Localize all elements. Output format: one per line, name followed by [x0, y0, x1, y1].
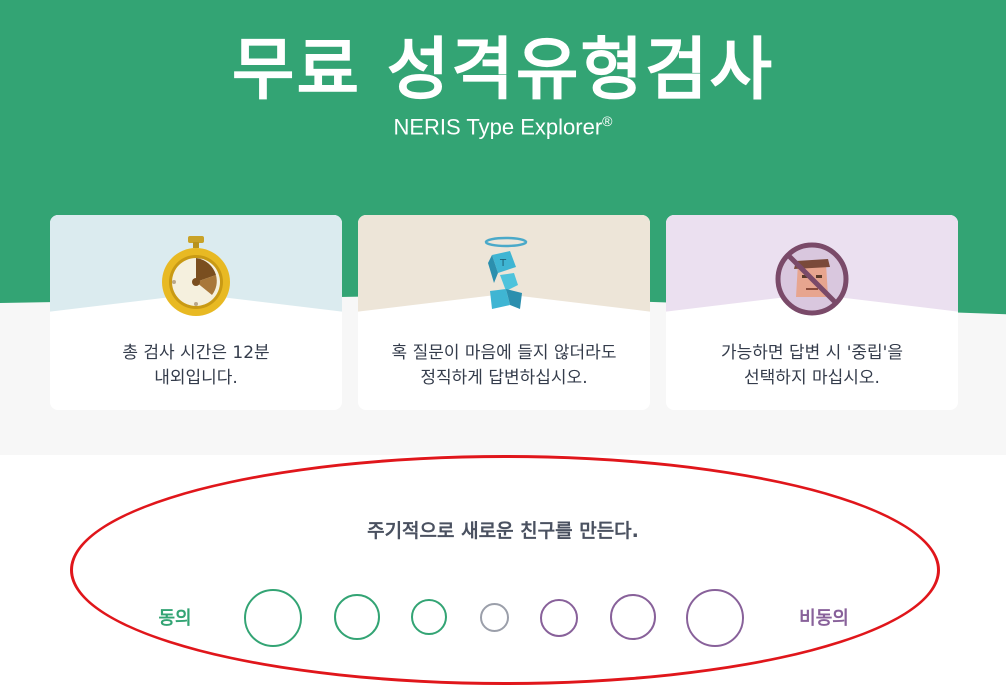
- card-text-line2: 내외입니다.: [154, 368, 238, 388]
- answer-option-agree-weak[interactable]: [411, 599, 447, 635]
- card-text: 혹 질문이 마음에 들지 않더라도 정직하게 답변하십시오.: [368, 341, 640, 391]
- question-section: [0, 455, 1006, 694]
- answer-option-agree-strong[interactable]: [244, 589, 302, 647]
- agree-label: 동의: [158, 608, 192, 629]
- angel-cube-icon: T: [484, 236, 528, 309]
- answer-option-disagree-weak[interactable]: [540, 599, 578, 637]
- answer-option-neutral[interactable]: [480, 603, 509, 632]
- registered-mark: ®: [602, 113, 613, 129]
- card-text-line2: 정직하게 답변하십시오.: [420, 368, 588, 388]
- info-card-neutral: 가능하면 답변 시 '중립'을 선택하지 마십시오.: [666, 215, 958, 410]
- disagree-label: 비동의: [799, 608, 849, 629]
- answer-option-disagree-medium[interactable]: [610, 594, 656, 640]
- card-text: 총 검사 시간은 12분 내외입니다.: [60, 341, 332, 391]
- question-text: 주기적으로 새로운 친구를 만든다.: [367, 520, 639, 542]
- card-text-line1: 혹 질문이 마음에 들지 않더라도: [391, 343, 617, 363]
- subtitle-text: NERIS Type Explorer: [393, 114, 603, 140]
- svg-text:T: T: [499, 258, 507, 269]
- card-text-line1: 가능하면 답변 시 '중립'을: [721, 343, 903, 363]
- info-card-honesty: T 혹 질문이 마음에 들지 않더라도 정직하게 답변하십시오.: [358, 215, 650, 410]
- card-text: 가능하면 답변 시 '중립'을 선택하지 마십시오.: [676, 341, 948, 391]
- answer-option-agree-medium[interactable]: [334, 594, 380, 640]
- answer-option-disagree-strong[interactable]: [686, 589, 744, 647]
- card-text-line2: 선택하지 마십시오.: [744, 368, 880, 388]
- page-subtitle: NERIS Type Explorer®: [0, 113, 1006, 140]
- stopwatch-icon: [162, 236, 230, 316]
- info-card-time: 총 검사 시간은 12분 내외입니다.: [50, 215, 342, 410]
- page-title: 무료 성격유형검사: [231, 31, 775, 110]
- no-neutral-face-icon: [775, 242, 849, 316]
- card-text-line1: 총 검사 시간은 12분: [122, 343, 270, 363]
